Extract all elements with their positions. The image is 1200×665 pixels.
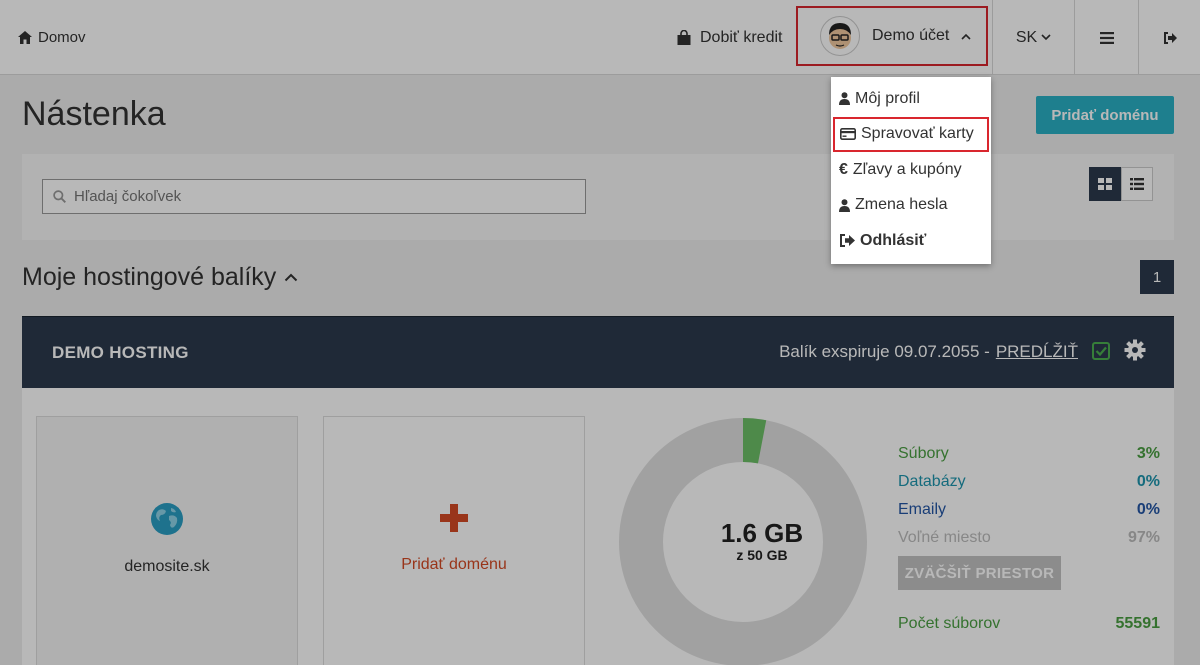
add-domain-button[interactable]: Pridať doménu (1036, 96, 1174, 134)
menu-item-label: Spravovať karty (861, 125, 974, 143)
chevron-up-icon (285, 273, 298, 282)
page-title: Nástenka (22, 95, 166, 133)
package-expiry: Balík exspiruje 09.07.2055 - PREDĹŽIŤ (779, 342, 1078, 362)
search-icon (53, 190, 66, 203)
sign-out-icon (1163, 31, 1177, 44)
home-label: Domov (38, 29, 86, 46)
list-view-button[interactable] (1121, 167, 1153, 201)
shopping-bag-icon (677, 29, 691, 45)
stat-label: Počet súborov (898, 615, 1001, 632)
user-icon (839, 199, 850, 212)
donut-label: 1.6 GB z 50 GB (674, 518, 850, 563)
menu-item-label: Môj profil (855, 89, 920, 107)
grid-icon (1098, 178, 1112, 190)
chevron-up-icon (961, 33, 971, 40)
stat-file-count: Počet súborov 55591 (898, 610, 1160, 638)
main-menu-button[interactable] (1074, 0, 1138, 75)
menu-item-label: Odhlásiť (860, 231, 927, 249)
menu-item-logout[interactable]: Odhlásiť (831, 223, 991, 259)
avatar (820, 16, 860, 56)
package-body: demosite.sk Pridať doménu 1.6 GB z 50 GB… (22, 388, 1174, 665)
menu-item-manage-cards[interactable]: Spravovať karty (833, 116, 989, 152)
menu-item-change-password[interactable]: Zmena hesla (831, 188, 991, 224)
language-selector[interactable]: SK (992, 0, 1074, 75)
user-icon (839, 92, 850, 106)
add-domain-card-label: Pridať doménu (401, 556, 507, 573)
search-input[interactable] (74, 188, 554, 205)
account-menu-toggle[interactable]: Demo účet (796, 6, 988, 66)
expiry-text: Balík exspiruje 09.07.2055 - (779, 342, 990, 361)
hamburger-menu-icon (1099, 31, 1114, 44)
usage-total: z 50 GB (736, 547, 788, 563)
domain-name: demosite.sk (124, 558, 210, 575)
stat-value: 0% (1136, 473, 1160, 490)
stat-value: 97% (1127, 529, 1160, 546)
gear-icon[interactable] (1124, 339, 1146, 361)
menu-item-discounts[interactable]: € Zľavy a kupóny (831, 152, 991, 188)
stat-free-space: Voľné miesto 97% (898, 524, 1160, 552)
stat-label: Databázy (898, 473, 966, 490)
list-icon (1130, 178, 1144, 190)
menu-item-label: Zmena hesla (855, 196, 948, 214)
euro-icon: € (839, 160, 848, 178)
usage-amount: 1.6 GB (720, 518, 804, 548)
search-panel (22, 154, 1174, 240)
package-header: DEMO HOSTING Balík exspiruje 09.07.2055 … (22, 316, 1174, 388)
avatar-face-icon (829, 23, 851, 49)
grid-view-button[interactable] (1089, 167, 1121, 201)
logout-button[interactable] (1138, 0, 1200, 75)
top-up-credit-label: Dobiť kredit (700, 28, 783, 46)
renew-link[interactable]: PREDĹŽIŤ (996, 342, 1078, 362)
chevron-down-icon (1041, 34, 1051, 41)
search-box (42, 179, 586, 214)
sign-out-icon (840, 234, 855, 248)
language-label: SK (1015, 28, 1038, 46)
account-label: Demo účet (872, 27, 950, 44)
stat-databases: Databázy 0% (898, 468, 1160, 496)
globe-icon (151, 503, 183, 535)
donut-used-segment (742, 418, 767, 464)
menu-item-profile[interactable]: Môj profil (831, 81, 991, 117)
home-link[interactable]: Domov (18, 0, 86, 75)
top-bar: Domov Dobiť kredit Demo účet SK (0, 0, 1200, 75)
menu-item-label: Zľavy a kupóny (852, 160, 962, 178)
pagination-page-button[interactable]: 1 (1140, 260, 1174, 294)
add-domain-card[interactable]: Pridať doménu (323, 416, 585, 665)
stat-label: Voľné miesto (898, 529, 991, 546)
stat-value: 3% (1136, 445, 1160, 462)
credit-card-icon (840, 128, 856, 141)
stat-label: Emaily (898, 501, 947, 518)
stat-value: 55591 (1115, 615, 1161, 632)
view-toggle (1089, 167, 1153, 201)
plus-icon (440, 504, 468, 532)
domain-card[interactable]: demosite.sk (36, 416, 298, 665)
stat-label: Súbory (898, 445, 949, 462)
stat-files: Súbory 3% (898, 440, 1160, 468)
package-name: DEMO HOSTING (52, 343, 189, 362)
enlarge-space-button[interactable]: ZVÄČŠIŤ PRIESTOR (898, 556, 1061, 590)
usage-stats: Súbory 3% Databázy 0% Emaily 0% Voľné mi… (898, 440, 1160, 638)
account-dropdown-menu: Môj profil Spravovať karty € Zľavy a kup… (831, 77, 991, 264)
stat-emails: Emaily 0% (898, 496, 1160, 524)
hosting-packages-title[interactable]: Moje hostingové balíky (22, 263, 298, 292)
check-square-icon[interactable] (1092, 342, 1110, 360)
stat-value: 0% (1136, 501, 1160, 518)
section-title-text: Moje hostingové balíky (22, 263, 277, 291)
top-up-credit-link[interactable]: Dobiť kredit (676, 0, 782, 75)
home-icon (18, 31, 32, 44)
